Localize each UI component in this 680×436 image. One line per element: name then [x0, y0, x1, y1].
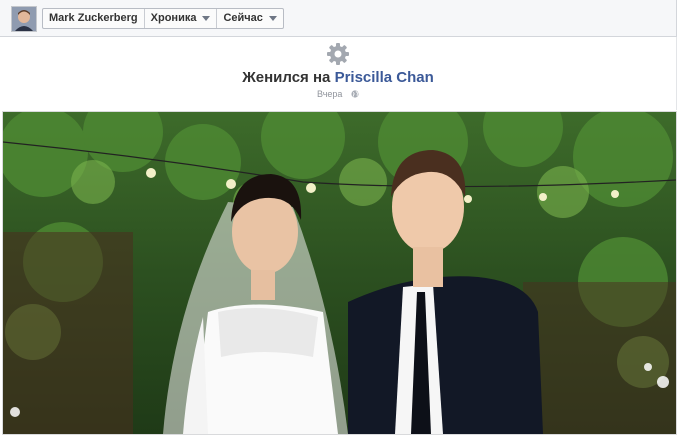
partner-name-link[interactable]: Priscilla Chan	[335, 69, 434, 86]
timeline-section-label: Хроника	[150, 12, 197, 24]
timeline-section-dropdown[interactable]: Хроника	[145, 9, 218, 28]
wedding-photo[interactable]	[2, 111, 677, 435]
life-event-header: Женился на Priscilla Chan Вчера	[0, 37, 677, 110]
chevron-down-icon	[202, 16, 211, 21]
life-event-meta: Вчера	[0, 89, 676, 99]
life-event-title: Женился на Priscilla Chan	[0, 69, 676, 86]
profile-name-link[interactable]: Mark Zuckerberg	[43, 9, 145, 28]
globe-icon[interactable]	[351, 90, 359, 98]
timeline-breadcrumb: Mark Zuckerberg Хроника Сейчас	[42, 8, 284, 29]
profile-avatar[interactable]	[11, 6, 37, 32]
gear-icon[interactable]	[326, 42, 350, 66]
life-event-verb: Женился на	[242, 69, 331, 86]
timeline-period-dropdown[interactable]: Сейчас	[217, 9, 282, 28]
chevron-down-icon	[268, 16, 277, 21]
timeline-period-label: Сейчас	[223, 12, 263, 24]
profile-name: Mark Zuckerberg	[49, 12, 138, 24]
life-event-timestamp[interactable]: Вчера	[317, 89, 342, 99]
timeline-topbar: Mark Zuckerberg Хроника Сейчас	[0, 0, 677, 37]
